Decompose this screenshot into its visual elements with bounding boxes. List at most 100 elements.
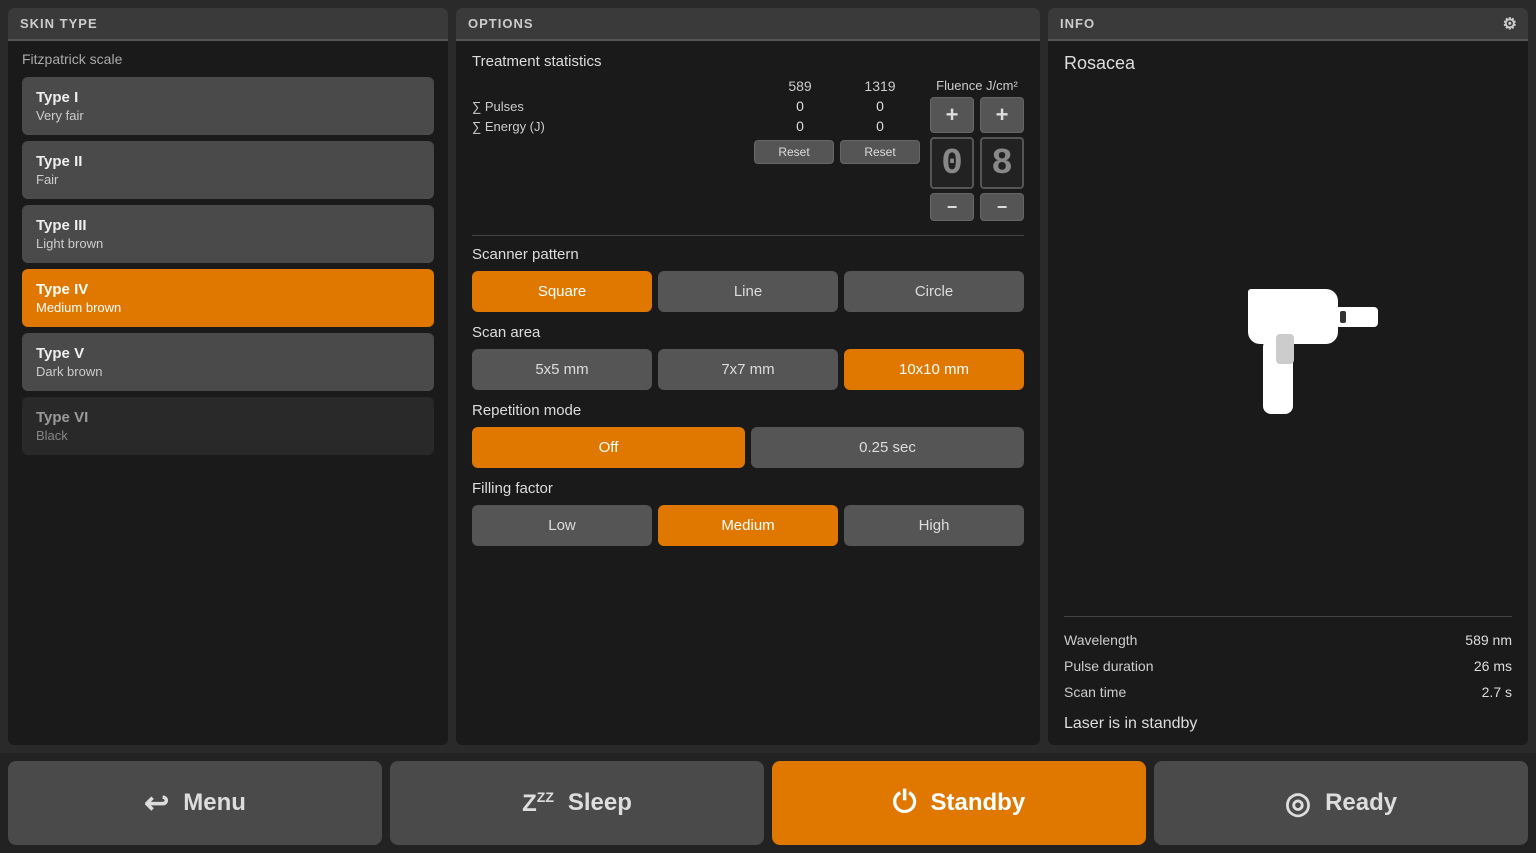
skin-type-name-type3: Type III [36, 217, 420, 234]
fluence-digit-2: 8 [980, 137, 1024, 189]
fluence-digits: 0 8 [930, 137, 1024, 189]
repetition-mode-group-0.25-sec-btn[interactable]: 0.25 sec [751, 427, 1024, 468]
fluence-display: Fluence J/cm² + + 0 8 − − [930, 78, 1024, 221]
fluence-title: Fluence J/cm² [936, 78, 1018, 93]
reset-btn-1[interactable]: Reset [754, 140, 834, 164]
stats-grid: 589 1319 ∑ Pulses 0 0 ∑ Energy (J) 0 [472, 78, 1024, 221]
skin-type-item-type3[interactable]: Type III Light brown [22, 205, 434, 263]
spec-value: 26 ms [1474, 658, 1512, 674]
skin-type-item-type6[interactable]: Type VI Black [22, 397, 434, 455]
bottom-btn-label-sleep: Sleep [568, 789, 632, 817]
scanner-pattern-title: Scanner pattern [472, 246, 1024, 263]
scanner-pattern-group: SquareLineCircle [472, 271, 1024, 312]
energy-label: ∑ Energy (J) [472, 119, 760, 134]
standby-status: Laser is in standby [1064, 715, 1512, 733]
fluence-digit-1: 0 [930, 137, 974, 189]
skin-type-list: Type I Very fair Type II Fair Type III L… [22, 77, 434, 455]
repetition-mode-title: Repetition mode [472, 402, 1024, 419]
energy-val1: 0 [760, 118, 840, 134]
skin-type-desc-type5: Dark brown [36, 364, 420, 379]
filling-factor-group: LowMediumHigh [472, 505, 1024, 546]
spec-row-pulse-duration: Pulse duration 26 ms [1064, 653, 1512, 679]
bottom-btn-ready[interactable]: ◎ Ready [1154, 761, 1528, 845]
fluence-plus-btn-1[interactable]: + [930, 97, 974, 133]
spec-row-wavelength: Wavelength 589 nm [1064, 627, 1512, 653]
scan-area-group-10x10-mm-btn[interactable]: 10x10 mm [844, 349, 1024, 390]
skin-type-item-type2[interactable]: Type II Fair [22, 141, 434, 199]
divider-1 [472, 235, 1024, 236]
skin-type-name-type5: Type V [36, 345, 420, 362]
info-body: Rosacea [1048, 41, 1528, 745]
spec-value: 589 nm [1465, 632, 1512, 648]
spec-row-scan-time: Scan time 2.7 s [1064, 679, 1512, 705]
skin-type-desc-type2: Fair [36, 172, 420, 187]
skin-type-name-type2: Type II [36, 153, 420, 170]
condition-label: Rosacea [1064, 53, 1512, 74]
stats-table: 589 1319 ∑ Pulses 0 0 ∑ Energy (J) 0 [472, 78, 920, 164]
scan-area-title: Scan area [472, 324, 1024, 341]
sleep-icon: ZZZ [522, 789, 554, 818]
col1-header: 589 [760, 78, 840, 94]
repetition-mode-group: Off0.25 sec [472, 427, 1024, 468]
info-panel: INFO ⚙ Rosacea [1048, 8, 1528, 745]
scanner-pattern-group-square-btn[interactable]: Square [472, 271, 652, 312]
main-container: SKIN TYPE Fitzpatrick scale Type I Very … [0, 0, 1536, 853]
skin-type-desc-type6: Black [36, 428, 420, 443]
skin-type-header: SKIN TYPE [8, 8, 448, 41]
scanner-pattern-group-line-btn[interactable]: Line [658, 271, 838, 312]
panels-row: SKIN TYPE Fitzpatrick scale Type I Very … [0, 0, 1536, 753]
spec-label: Wavelength [1064, 632, 1137, 648]
bottom-btn-sleep[interactable]: ZZZ Sleep [390, 761, 764, 845]
info-title: INFO [1060, 16, 1095, 31]
energy-row: ∑ Energy (J) 0 0 [472, 118, 920, 134]
filling-factor-group-medium-btn[interactable]: Medium [658, 505, 838, 546]
skin-type-panel: SKIN TYPE Fitzpatrick scale Type I Very … [8, 8, 448, 745]
col2-header: 1319 [840, 78, 920, 94]
skin-type-title: SKIN TYPE [20, 16, 98, 31]
fluence-minus-btn-1[interactable]: − [930, 193, 974, 221]
pulses-val2: 0 [840, 98, 920, 114]
treatment-stats-title: Treatment statistics [472, 53, 1024, 70]
repetition-mode-group-off-btn[interactable]: Off [472, 427, 745, 468]
bottom-btn-label-standby: Standby [931, 789, 1026, 817]
ready-icon: ◎ [1285, 786, 1311, 821]
filling-factor-group-low-btn[interactable]: Low [472, 505, 652, 546]
menu-icon: ↩ [144, 786, 169, 821]
spec-label: Scan time [1064, 684, 1126, 700]
skin-type-desc-type4: Medium brown [36, 300, 420, 315]
treatment-stats: Treatment statistics 589 1319 ∑ Pulses 0… [472, 53, 1024, 221]
scan-area-group-7x7-mm-btn[interactable]: 7x7 mm [658, 349, 838, 390]
gear-icon[interactable]: ⚙ [1503, 14, 1518, 34]
filling-factor-group-high-btn[interactable]: High [844, 505, 1024, 546]
skin-type-desc-type1: Very fair [36, 108, 420, 123]
fitzpatrick-label: Fitzpatrick scale [22, 51, 434, 67]
fluence-minus-btn-2[interactable]: − [980, 193, 1024, 221]
spec-value: 2.7 s [1482, 684, 1512, 700]
pulses-val1: 0 [760, 98, 840, 114]
bottom-btn-label-ready: Ready [1325, 789, 1397, 817]
skin-type-name-type4: Type IV [36, 281, 420, 298]
options-title: OPTIONS [468, 16, 534, 31]
device-svg [1188, 259, 1388, 439]
pulses-row: ∑ Pulses 0 0 [472, 98, 920, 114]
pulses-label: ∑ Pulses [472, 99, 760, 114]
bottom-btn-menu[interactable]: ↩ Menu [8, 761, 382, 845]
skin-type-item-type1[interactable]: Type I Very fair [22, 77, 434, 135]
spec-label: Pulse duration [1064, 658, 1154, 674]
scan-area-group-5x5-mm-btn[interactable]: 5x5 mm [472, 349, 652, 390]
skin-type-body: Fitzpatrick scale Type I Very fair Type … [8, 41, 448, 745]
info-header: INFO ⚙ [1048, 8, 1528, 41]
fluence-plus-controls: + + [930, 97, 1024, 133]
bottom-btn-standby[interactable]: ⏻ Standby [772, 761, 1146, 845]
options-panel: OPTIONS Treatment statistics 589 1319 ∑ [456, 8, 1040, 745]
skin-type-item-type4[interactable]: Type IV Medium brown [22, 269, 434, 327]
scanner-pattern-group-circle-btn[interactable]: Circle [844, 271, 1024, 312]
stats-header-row: 589 1319 [472, 78, 920, 94]
fluence-plus-btn-2[interactable]: + [980, 97, 1024, 133]
info-specs: Wavelength 589 nm Pulse duration 26 ms S… [1064, 616, 1512, 705]
skin-type-item-type5[interactable]: Type V Dark brown [22, 333, 434, 391]
options-header: OPTIONS [456, 8, 1040, 41]
filling-factor-title: Filling factor [472, 480, 1024, 497]
skin-type-name-type6: Type VI [36, 409, 420, 426]
reset-btn-2[interactable]: Reset [840, 140, 920, 164]
